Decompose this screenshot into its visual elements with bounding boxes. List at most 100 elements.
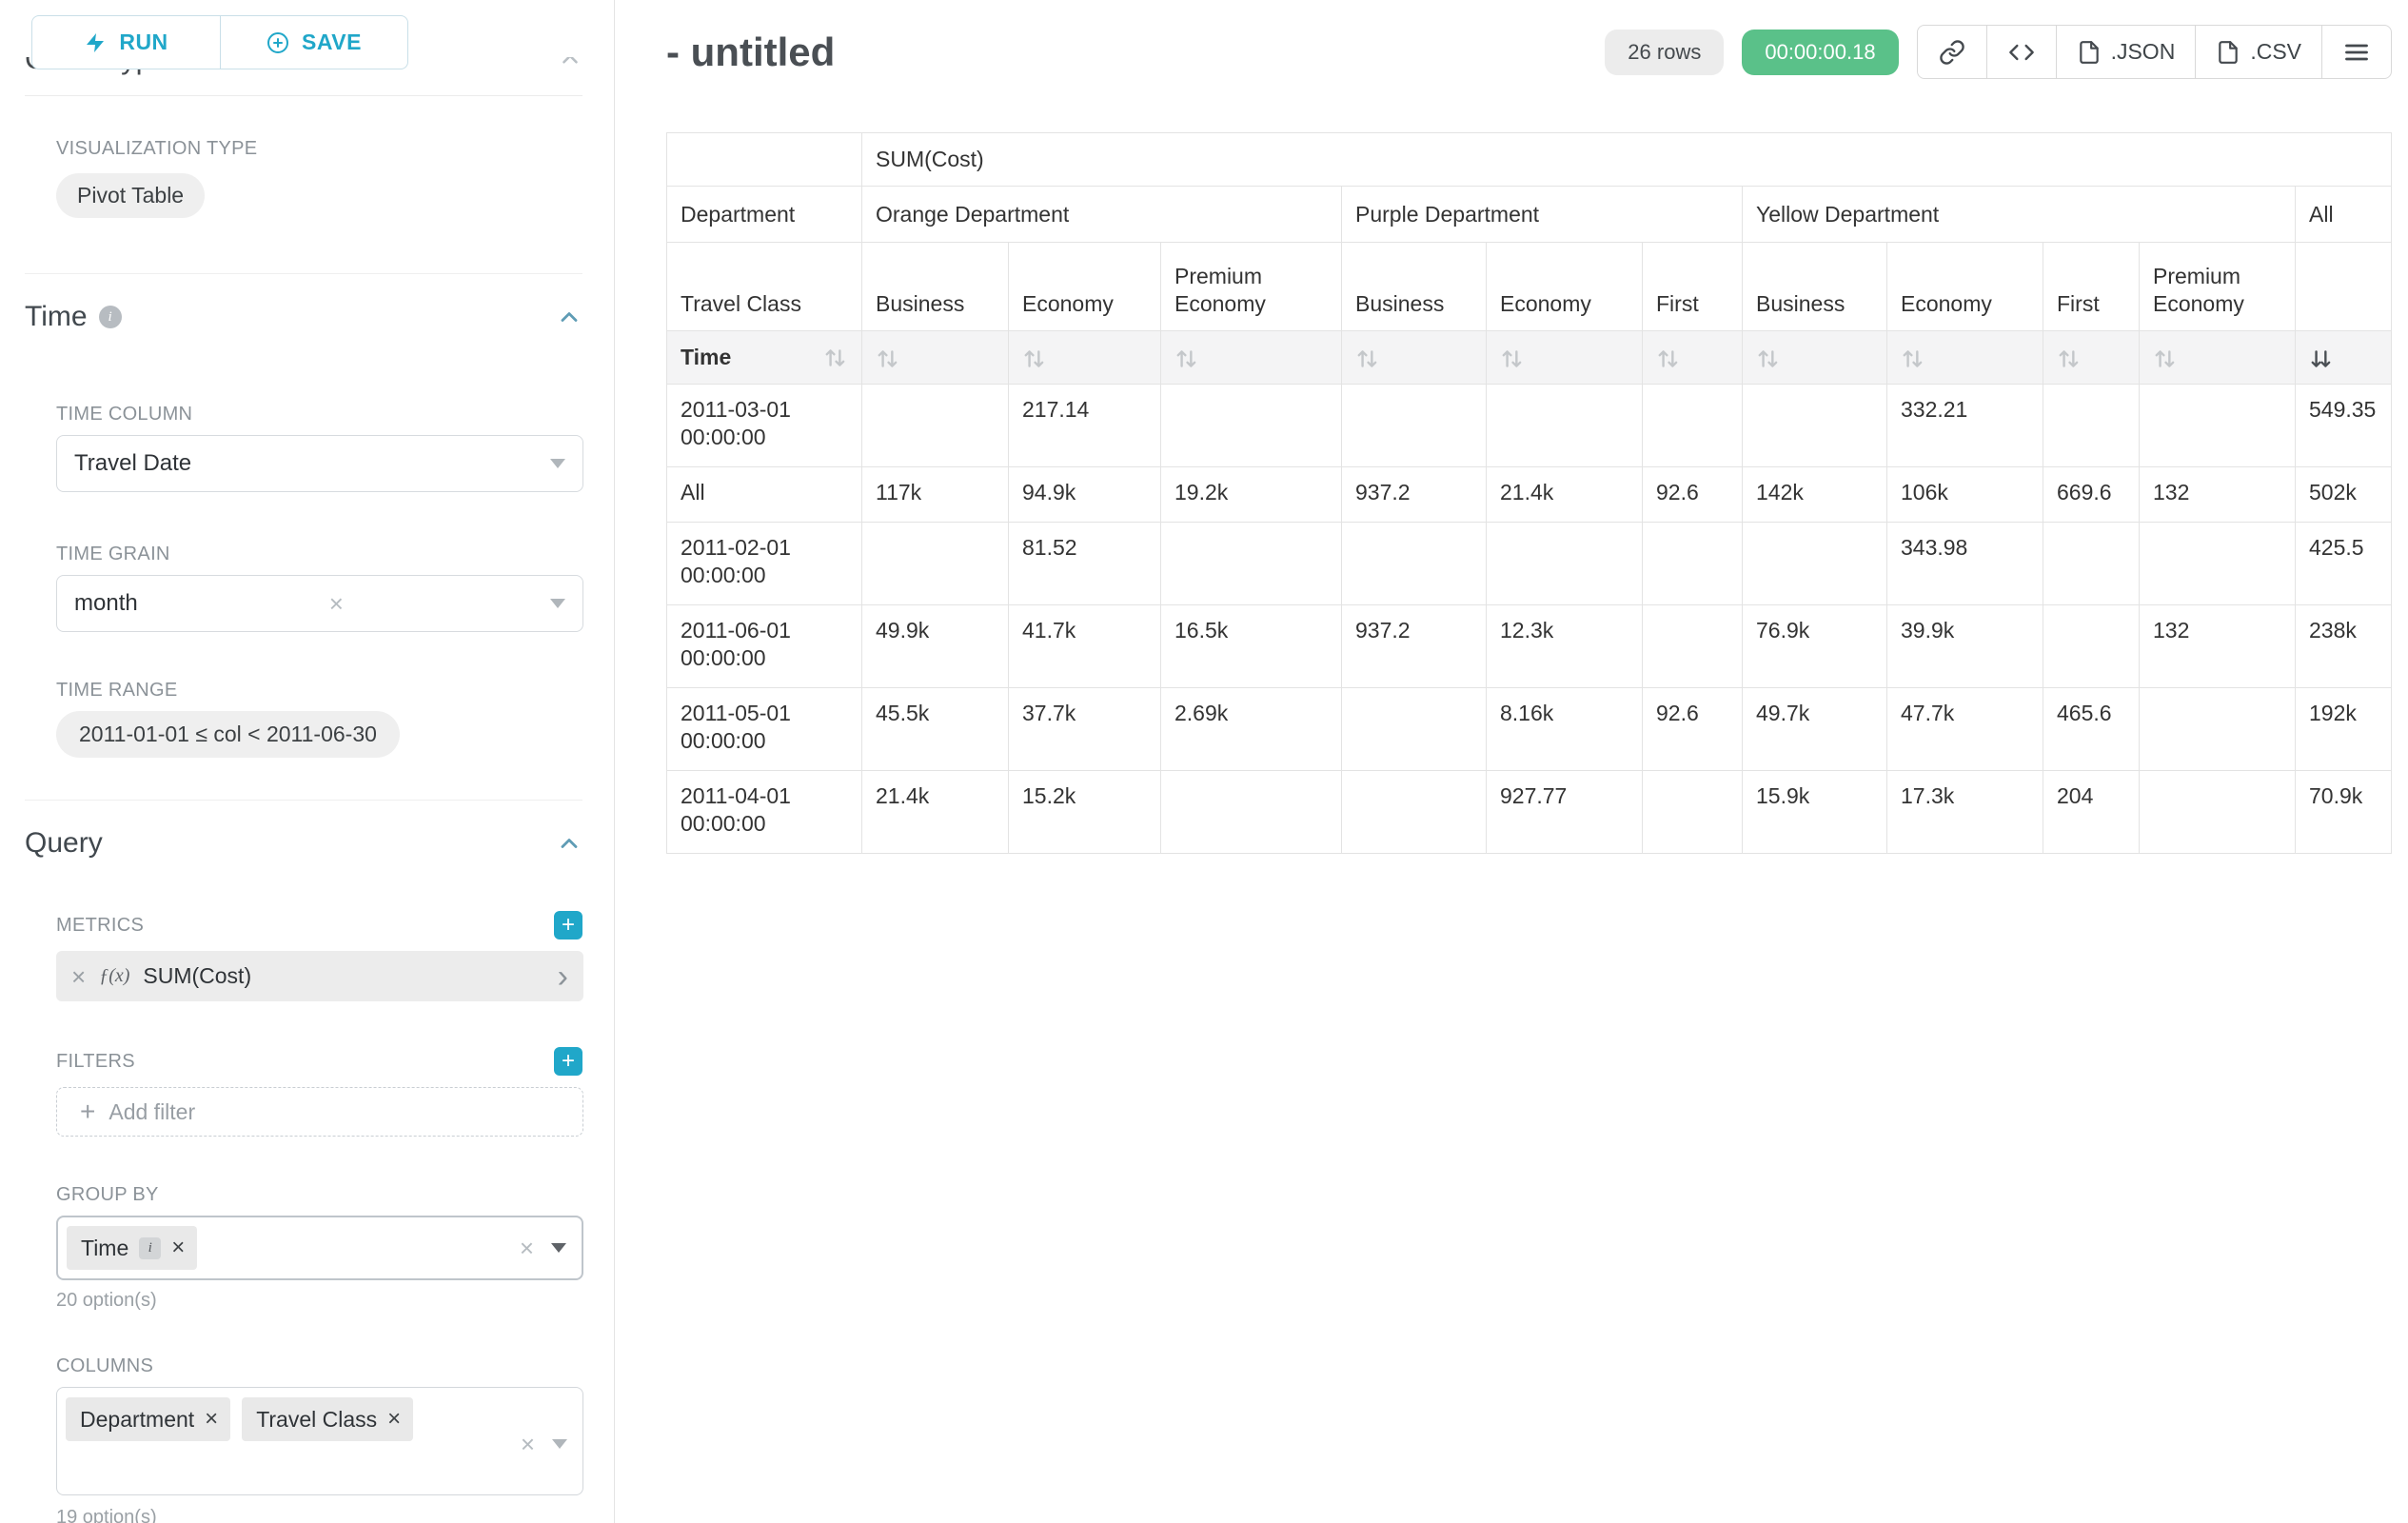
caret-down-icon[interactable] bbox=[550, 459, 565, 468]
groupby-select[interactable]: Timei× × bbox=[56, 1216, 583, 1280]
sort-icon[interactable] bbox=[2153, 346, 2178, 371]
run-button[interactable]: RUN bbox=[31, 15, 221, 69]
share-link-button[interactable] bbox=[1917, 25, 1987, 79]
pivot-value-cell bbox=[1643, 605, 1743, 688]
pivot-value-cell bbox=[1342, 523, 1487, 605]
sort-icon[interactable] bbox=[2057, 346, 2082, 371]
sort-cell[interactable] bbox=[2140, 331, 2296, 385]
sort-cell[interactable] bbox=[2296, 331, 2392, 385]
add-filter-dropzone[interactable]: + Add filter bbox=[56, 1087, 583, 1137]
time-range-value[interactable]: 2011-01-01 ≤ col < 2011-06-30 bbox=[56, 711, 400, 758]
sort-icon[interactable] bbox=[1500, 346, 1525, 371]
time-column-select[interactable]: Travel Date bbox=[56, 435, 583, 492]
groupby-pill[interactable]: Timei× bbox=[67, 1226, 197, 1270]
more-options-button[interactable] bbox=[2321, 25, 2392, 79]
pivot-value-cell: 81.52 bbox=[1009, 523, 1161, 605]
pivot-value-cell: 45.5k bbox=[862, 688, 1009, 771]
filters-label: FILTERS bbox=[56, 1051, 135, 1073]
sort-icon[interactable] bbox=[1656, 346, 1681, 371]
pivot-value-cell: 49.7k bbox=[1743, 688, 1887, 771]
sort-cell[interactable] bbox=[1887, 331, 2043, 385]
sort-cell[interactable] bbox=[1487, 331, 1643, 385]
travel-class-col-header: Business bbox=[1743, 243, 1887, 331]
travel-class-axis-label: Travel Class bbox=[667, 243, 862, 331]
metrics-label: METRICS bbox=[56, 915, 144, 937]
sort-icon[interactable] bbox=[1022, 346, 1047, 371]
pivot-row-header: 2011-03-01 00:00:00 bbox=[667, 385, 862, 467]
remove-option-icon[interactable]: × bbox=[171, 1236, 185, 1259]
add-filter-button[interactable]: + bbox=[554, 1047, 582, 1076]
pivot-value-cell bbox=[1487, 523, 1643, 605]
view-query-button[interactable] bbox=[1986, 25, 2057, 79]
chart-title[interactable]: - untitled bbox=[666, 30, 835, 75]
pivot-value-cell: 132 bbox=[2140, 467, 2296, 523]
chevron-up-icon[interactable] bbox=[556, 830, 582, 857]
sort-cell[interactable] bbox=[1009, 331, 1161, 385]
time-grain-value: month bbox=[74, 590, 138, 617]
sort-icon[interactable] bbox=[876, 346, 900, 371]
time-range-label: TIME RANGE bbox=[56, 680, 582, 702]
time-grain-select[interactable]: month × bbox=[56, 575, 583, 632]
sort-cell[interactable] bbox=[2043, 331, 2140, 385]
add-metric-button[interactable]: + bbox=[554, 911, 582, 940]
travel-class-col-header: Premium Economy bbox=[1161, 243, 1342, 331]
caret-right-icon[interactable]: › bbox=[558, 960, 568, 993]
columns-pill[interactable]: Department× bbox=[66, 1397, 230, 1441]
pivot-row-header: 2011-05-01 00:00:00 bbox=[667, 688, 862, 771]
groupby-pill-area: Timei× bbox=[67, 1226, 197, 1270]
remove-option-icon[interactable]: × bbox=[387, 1408, 401, 1431]
sort-cell[interactable] bbox=[862, 331, 1009, 385]
control-panel-scroll: Chart Type VISUALIZATION TYPE Pivot Tabl… bbox=[0, 0, 614, 1523]
export-csv-button[interactable]: .CSV bbox=[2195, 25, 2322, 79]
chevron-up-icon[interactable] bbox=[556, 304, 582, 330]
pivot-value-cell: 927.77 bbox=[1487, 771, 1643, 854]
pivot-row-header: 2011-06-01 00:00:00 bbox=[667, 605, 862, 688]
caret-down-icon[interactable] bbox=[552, 1439, 567, 1449]
plus-icon: + bbox=[80, 1098, 95, 1125]
save-button[interactable]: SAVE bbox=[220, 15, 408, 69]
pivot-value-cell bbox=[1161, 523, 1342, 605]
caret-down-icon[interactable] bbox=[550, 599, 565, 608]
pivot-value-cell: 204 bbox=[2043, 771, 2140, 854]
remove-option-icon[interactable]: × bbox=[205, 1408, 218, 1431]
divider bbox=[25, 95, 582, 96]
clear-icon[interactable]: × bbox=[520, 1236, 534, 1260]
pivot-value-cell bbox=[1342, 385, 1487, 467]
sort-icon[interactable] bbox=[1174, 346, 1199, 371]
chart-header: - untitled 26 rows 00:00:00.18 .JSON bbox=[666, 25, 2392, 79]
pivot-value-cell: 92.6 bbox=[1643, 688, 1743, 771]
pivot-value-cell bbox=[1743, 385, 1887, 467]
caret-down-icon[interactable] bbox=[551, 1243, 566, 1253]
pivot-value-cell: 76.9k bbox=[1743, 605, 1887, 688]
pivot-value-cell bbox=[1161, 385, 1342, 467]
pivot-row-header: All bbox=[667, 467, 862, 523]
clear-icon[interactable]: × bbox=[521, 1432, 535, 1456]
pivot-value-cell: 217.14 bbox=[1009, 385, 1161, 467]
columns-pill[interactable]: Travel Class× bbox=[242, 1397, 413, 1441]
visualization-type-value[interactable]: Pivot Table bbox=[56, 173, 205, 218]
filters-label-row: FILTERS + bbox=[56, 1047, 582, 1076]
sort-desc-icon[interactable] bbox=[2309, 346, 2334, 371]
pivot-value-cell: 332.21 bbox=[1887, 385, 2043, 467]
sort-icon[interactable] bbox=[823, 346, 848, 370]
pivot-value-cell bbox=[1643, 771, 1743, 854]
sort-icon[interactable] bbox=[1355, 346, 1380, 371]
sort-cell[interactable] bbox=[1161, 331, 1342, 385]
sort-cell[interactable] bbox=[1643, 331, 1743, 385]
metric-header-row: SUM(Cost) bbox=[667, 133, 2392, 187]
department-group-header: Orange Department bbox=[862, 187, 1342, 243]
groupby-label-row: GROUP BY bbox=[56, 1184, 582, 1206]
pivot-row: All117k94.9k19.2k937.221.4k92.6142k106k6… bbox=[667, 467, 2392, 523]
sort-icon[interactable] bbox=[1901, 346, 1925, 371]
sort-cell[interactable] bbox=[1342, 331, 1487, 385]
export-json-button[interactable]: .JSON bbox=[2056, 25, 2197, 79]
metric-item[interactable]: × ƒ(x) SUM(Cost) › bbox=[56, 951, 583, 1001]
pivot-value-cell: 937.2 bbox=[1342, 467, 1487, 523]
remove-metric-icon[interactable]: × bbox=[71, 964, 86, 989]
clear-icon[interactable]: × bbox=[329, 591, 344, 616]
sort-icon[interactable] bbox=[1756, 346, 1781, 371]
columns-select[interactable]: Department× Travel Class× × bbox=[56, 1387, 583, 1495]
time-section-title: Time bbox=[25, 299, 88, 335]
pivot-value-cell: 70.9k bbox=[2296, 771, 2392, 854]
sort-cell[interactable] bbox=[1743, 331, 1887, 385]
